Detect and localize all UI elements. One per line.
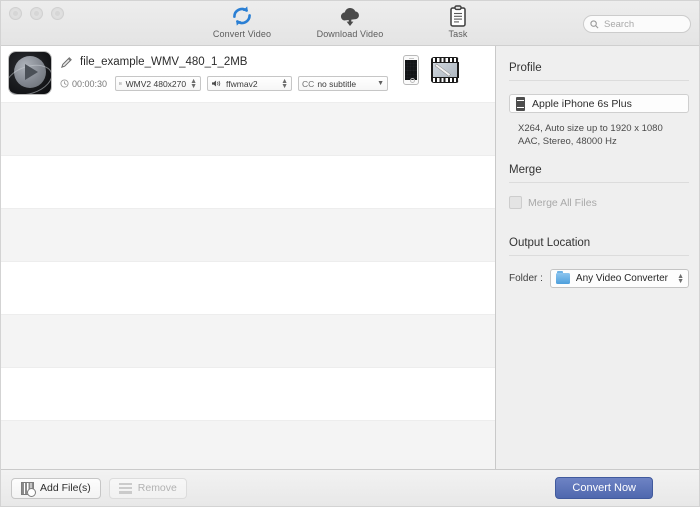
- output-folder-label: Folder :: [509, 273, 543, 284]
- remove-button[interactable]: Remove: [109, 478, 187, 499]
- bottom-bar: Add File(s) Remove Convert Now: [1, 469, 699, 506]
- profile-description-line-1: X264, Auto size up to 1920 x 1080: [518, 122, 689, 135]
- tab-download-video-label: Download Video: [317, 29, 384, 39]
- chevron-down-icon[interactable]: ▼: [377, 80, 384, 87]
- duration: 00:00:30: [60, 79, 107, 89]
- list-item[interactable]: [1, 103, 495, 156]
- search-icon: [590, 20, 599, 29]
- video-format-stepper[interactable]: ▲▼: [190, 79, 197, 89]
- video-format-value: WMV2 480x270: [126, 79, 186, 89]
- file-actions: [403, 55, 487, 85]
- table-row[interactable]: file_example_WMV_480_1_2MB 00:00:30: [1, 46, 495, 103]
- file-meta: 00:00:30 WMV2 480x270 ▲▼: [60, 76, 403, 91]
- duration-text: 00:00:30: [72, 79, 107, 89]
- tab-task[interactable]: Task: [422, 3, 494, 39]
- convert-now-button[interactable]: Convert Now: [555, 477, 653, 499]
- list-item[interactable]: [1, 156, 495, 209]
- divider: [509, 182, 689, 183]
- file-name: file_example_WMV_480_1_2MB: [80, 56, 247, 68]
- audio-format-select[interactable]: ffwmav2 ▲▼: [207, 76, 292, 91]
- list-item[interactable]: [1, 368, 495, 421]
- output-folder-row: Folder : Any Video Converter ▲▼: [509, 269, 689, 288]
- tab-task-label: Task: [449, 29, 468, 39]
- add-files-icon: [21, 482, 34, 495]
- list-item[interactable]: [1, 315, 495, 368]
- add-files-button[interactable]: Add File(s): [11, 478, 101, 499]
- list-item[interactable]: [1, 262, 495, 315]
- app-window: Convert Video Download Video: [0, 0, 700, 507]
- list-item[interactable]: [1, 209, 495, 262]
- merge-all-files-label: Merge All Files: [528, 197, 597, 209]
- audio-format-value: ffwmav2: [226, 79, 258, 89]
- add-files-label: Add File(s): [40, 482, 91, 494]
- search-field[interactable]: [583, 15, 691, 33]
- profile-select[interactable]: Apple iPhone 6s Plus: [509, 94, 689, 113]
- output-folder-select[interactable]: Any Video Converter ▲▼: [550, 269, 689, 288]
- divider: [509, 80, 689, 81]
- tab-convert-video[interactable]: Convert Video: [206, 3, 278, 39]
- convert-arrows-icon: [231, 3, 253, 27]
- video-play-thumbnail[interactable]: [9, 52, 51, 94]
- merge-all-files-checkbox[interactable]: [509, 196, 522, 209]
- subtitle-value: no subtitle: [317, 79, 356, 89]
- clipboard-icon: [449, 3, 467, 27]
- search-input[interactable]: [602, 18, 684, 31]
- pencil-icon[interactable]: [60, 56, 73, 69]
- file-info: file_example_WMV_480_1_2MB 00:00:30: [60, 52, 403, 91]
- output-folder-stepper[interactable]: ▲▼: [677, 274, 684, 284]
- video-format-icon: [119, 79, 122, 88]
- iphone-small-icon: [516, 97, 525, 111]
- list-item[interactable]: [1, 421, 495, 469]
- iphone-device-icon[interactable]: [403, 55, 419, 85]
- settings-panel: Profile Apple iPhone 6s Plus X264, Auto …: [496, 46, 699, 469]
- body: file_example_WMV_480_1_2MB 00:00:30: [1, 46, 699, 469]
- file-list[interactable]: file_example_WMV_480_1_2MB 00:00:30: [1, 46, 496, 469]
- folder-icon: [556, 273, 570, 284]
- clock-icon: [60, 79, 69, 88]
- output-folder-value: Any Video Converter: [576, 273, 677, 284]
- remove-label: Remove: [138, 482, 177, 494]
- subtitle-select[interactable]: CC no subtitle ▼: [298, 76, 388, 91]
- convert-now-label: Convert Now: [572, 482, 636, 494]
- tab-convert-video-label: Convert Video: [213, 29, 271, 39]
- tab-download-video[interactable]: Download Video: [314, 3, 386, 39]
- merge-all-files-row[interactable]: Merge All Files: [509, 196, 689, 209]
- film-edit-icon[interactable]: [431, 57, 459, 83]
- profile-section-title: Profile: [496, 46, 699, 80]
- profile-description: X264, Auto size up to 1920 x 1080 AAC, S…: [518, 122, 689, 148]
- audio-format-stepper[interactable]: ▲▼: [281, 79, 288, 89]
- merge-section-title: Merge: [496, 148, 699, 182]
- divider: [509, 255, 689, 256]
- profile-selected-value: Apple iPhone 6s Plus: [532, 98, 632, 110]
- profile-description-line-2: AAC, Stereo, 48000 Hz: [518, 135, 689, 148]
- speaker-icon: [211, 79, 222, 88]
- remove-list-icon: [119, 483, 132, 494]
- video-format-select[interactable]: WMV2 480x270 ▲▼: [115, 76, 201, 91]
- subtitle-cc-label: CC: [302, 79, 314, 89]
- titlebar: Convert Video Download Video: [1, 1, 699, 46]
- output-location-section-title: Output Location: [496, 209, 699, 255]
- cloud-download-icon: [338, 3, 362, 27]
